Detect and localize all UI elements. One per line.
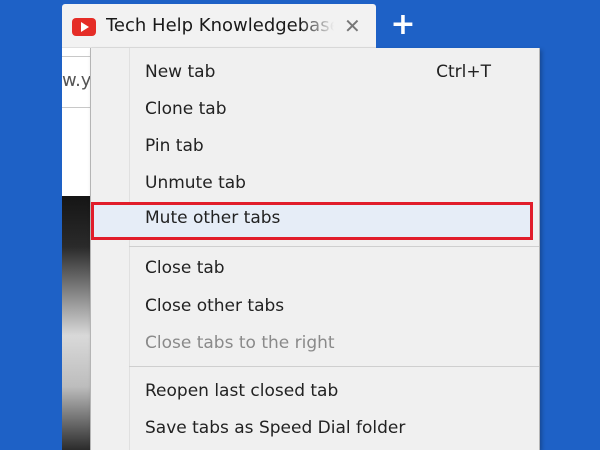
browser-window: Tech Help Knowledgebase ✕ + w.y New tab … [0,0,600,450]
menu-item-close-tabs-right: Close tabs to the right [91,325,539,361]
browser-tab[interactable]: Tech Help Knowledgebase ✕ [62,4,376,48]
menu-item-unmute-tab[interactable]: Unmute tab [91,165,539,201]
menu-item-new-tab[interactable]: New tab Ctrl+T [91,54,539,90]
address-bar[interactable]: w.y [62,56,92,108]
tab-title: Tech Help Knowledgebase [106,15,334,36]
page-image [62,196,92,450]
menu-item-label: Pin tab [145,136,204,156]
menu-item-close-tab[interactable]: Close tab [91,250,539,286]
menu-item-mute-other-tabs[interactable]: Mute other tabs [91,200,539,240]
menu-item-label: Save tabs as Speed Dial folder [145,418,406,438]
menu-item-label: Close tab [145,258,225,278]
menu-item-clone-tab[interactable]: Clone tab [91,91,539,127]
menu-item-label: Reopen last closed tab [145,381,339,401]
menu-separator [129,366,539,367]
address-text: w.y [62,70,92,91]
menu-item-reopen-closed-tab[interactable]: Reopen last closed tab [91,373,539,409]
menu-item-save-speed-dial[interactable]: Save tabs as Speed Dial folder [91,410,539,446]
menu-item-label: Clone tab [145,99,227,119]
menu-item-pin-tab[interactable]: Pin tab [91,128,539,164]
menu-item-close-other-tabs[interactable]: Close other tabs [91,288,539,324]
new-tab-button[interactable]: + [388,8,418,42]
menu-item-shortcut: Ctrl+T [436,62,491,82]
menu-separator [129,246,539,247]
context-menu: New tab Ctrl+T Clone tab Pin tab Unmute … [90,48,540,450]
youtube-icon [72,18,96,36]
menu-item-label: New tab [145,62,216,82]
menu-item-label: Close other tabs [145,296,285,316]
menu-item-label: Mute other tabs [145,208,281,228]
close-icon[interactable]: ✕ [344,14,361,38]
menu-item-label: Close tabs to the right [145,333,335,353]
menu-item-label: Unmute tab [145,173,246,193]
